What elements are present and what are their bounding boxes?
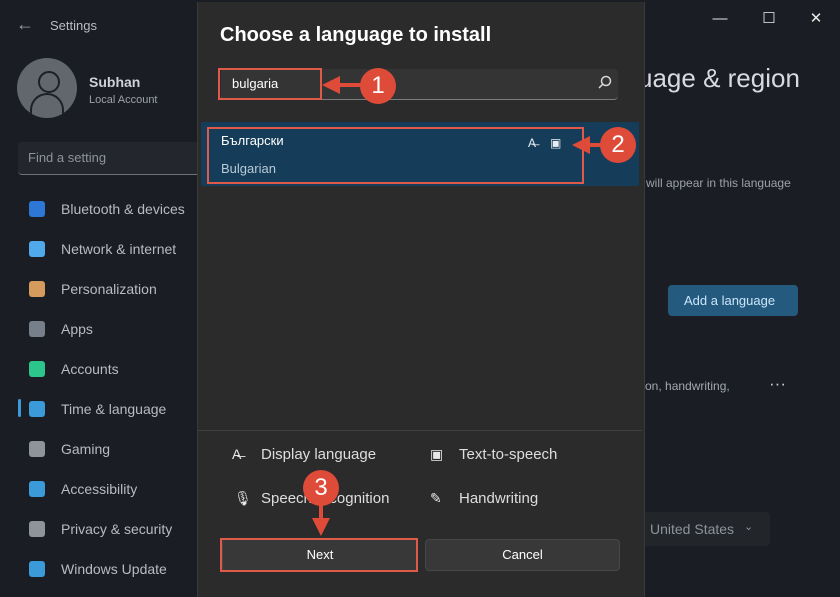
chevron-down-icon: ⌄: [744, 521, 754, 533]
sidebar-item-label: Privacy & security: [61, 521, 173, 537]
controller-icon: [29, 441, 45, 457]
shield-icon: [29, 521, 45, 537]
region-select[interactable]: United States ⌄: [636, 512, 770, 546]
sidebar-item-network-internet[interactable]: Network & internet: [18, 234, 208, 264]
clock-globe-icon: [29, 401, 45, 417]
display-language-label: Display language: [261, 446, 377, 463]
find-setting-input[interactable]: Find a setting: [18, 142, 204, 175]
paintbrush-icon: [29, 281, 45, 297]
text-to-speech-icon: ▣: [430, 446, 444, 462]
avatar: [17, 58, 77, 118]
text-to-speech-label: Text-to-speech: [459, 446, 558, 463]
sidebar-item-apps[interactable]: Apps: [18, 314, 208, 344]
back-arrow-icon[interactable]: ←: [16, 14, 34, 35]
step-marker-2: 2: [600, 127, 636, 163]
maximize-icon[interactable]: ☐: [749, 6, 789, 32]
display-language-icon: A̶: [232, 446, 242, 462]
sidebar-item-bluetooth-devices[interactable]: Bluetooth & devices: [18, 194, 208, 224]
close-icon[interactable]: ✕: [796, 6, 836, 32]
legend-divider: [198, 430, 642, 431]
handwriting-label: Handwriting: [459, 490, 539, 507]
accessibility-icon: [29, 481, 45, 497]
sidebar-item-label: Apps: [61, 321, 93, 337]
user-name: Subhan: [89, 74, 141, 90]
apps-icon: [29, 321, 45, 337]
person-icon: [38, 71, 60, 93]
step-marker-3: 3: [303, 470, 339, 506]
language-features-text: on, handwriting,: [645, 379, 730, 393]
person-body-shape: [30, 93, 64, 115]
sidebar-item-label: Gaming: [61, 441, 111, 457]
sidebar-item-label: Windows Update: [61, 561, 167, 577]
search-icon[interactable]: [596, 74, 614, 92]
sidebar-item-personalization[interactable]: Personalization: [18, 274, 208, 304]
sidebar-item-gaming[interactable]: Gaming: [18, 434, 208, 464]
sidebar-item-accounts[interactable]: Accounts: [18, 354, 208, 384]
step-marker-1: 1: [360, 68, 396, 104]
wifi-icon: [29, 241, 45, 257]
sidebar-item-label: Bluetooth & devices: [61, 201, 185, 217]
page-title: uage & region: [638, 63, 800, 93]
sidebar-item-label: Accounts: [61, 361, 119, 377]
microphone-icon: 🎙: [234, 490, 252, 506]
handwriting-icon: ✎: [430, 490, 442, 506]
language-note: will appear in this language: [646, 176, 791, 190]
sidebar-item-label: Accessibility: [61, 481, 138, 497]
add-language-label: Add a language: [684, 293, 776, 308]
sidebar-item-time-language[interactable]: Time & language: [18, 394, 208, 424]
cancel-button[interactable]: Cancel: [425, 539, 620, 571]
minimize-icon[interactable]: —: [700, 6, 740, 32]
region-value: United States: [650, 521, 735, 537]
find-setting-placeholder: Find a setting: [28, 150, 107, 165]
bluetooth-icon: [29, 201, 45, 217]
accounts-icon: [29, 361, 45, 377]
search-highlight-box: [218, 68, 322, 100]
sidebar-item-accessibility[interactable]: Accessibility: [18, 474, 208, 504]
sidebar-item-windows-update[interactable]: Windows Update: [18, 554, 208, 584]
app-title: Settings: [50, 18, 97, 33]
sidebar-item-label: Personalization: [61, 281, 157, 297]
sidebar-item-privacy-security[interactable]: Privacy & security: [18, 514, 208, 544]
result-highlight-box: [207, 127, 584, 184]
add-language-button[interactable]: Add a language: [668, 285, 798, 316]
dialog-title: Choose a language to install: [220, 24, 492, 46]
update-icon: [29, 561, 45, 577]
ellipsis-icon[interactable]: ···: [769, 374, 786, 394]
sidebar-item-label: Time & language: [61, 401, 167, 417]
next-highlight-box: [220, 538, 418, 572]
sidebar-item-label: Network & internet: [61, 241, 177, 257]
account-type: Local Account: [89, 94, 158, 106]
